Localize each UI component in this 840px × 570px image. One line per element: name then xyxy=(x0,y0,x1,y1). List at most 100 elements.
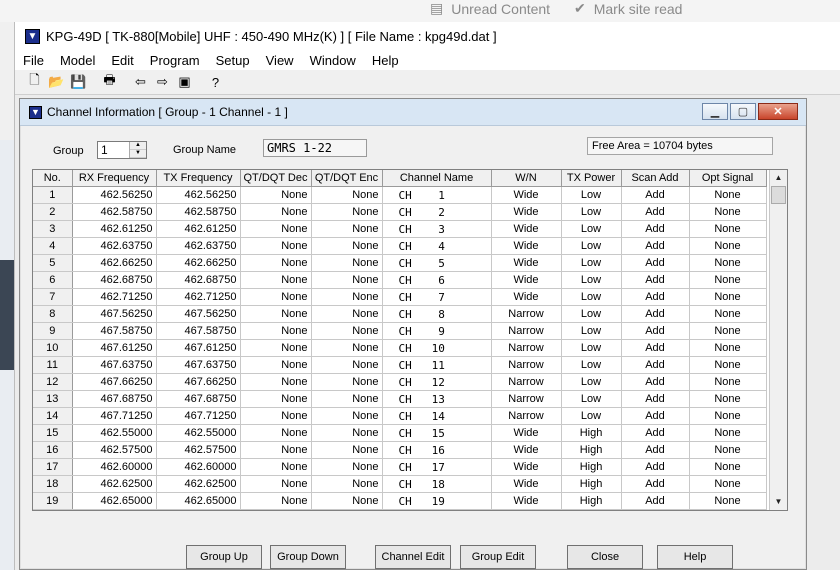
table-cell[interactable]: None xyxy=(689,271,767,289)
menu-setup[interactable]: Setup xyxy=(208,53,258,68)
table-cell[interactable]: Wide xyxy=(491,237,562,255)
table-row[interactable]: 11 467.63750 467.63750 None None CH 11 Narrow L… xyxy=(33,356,767,374)
channel-edit-button[interactable]: Channel Edit xyxy=(375,545,451,569)
table-cell[interactable]: None xyxy=(311,458,383,476)
table-cell[interactable]: 467.68750 xyxy=(72,390,157,408)
table-cell[interactable]: None xyxy=(689,203,767,221)
table-cell[interactable]: High xyxy=(561,492,622,510)
table-cell[interactable]: None xyxy=(311,492,383,510)
table-cell[interactable]: None xyxy=(311,373,383,391)
table-cell[interactable]: CH 12 xyxy=(382,373,492,391)
row-number[interactable]: 18 xyxy=(33,475,73,493)
table-cell[interactable]: Low xyxy=(561,322,622,340)
menu-view[interactable]: View xyxy=(258,53,302,68)
table-cell[interactable]: None xyxy=(311,424,383,442)
group-name-field[interactable]: GMRS 1-22 xyxy=(263,139,367,157)
read-radio-icon[interactable]: ⇦ xyxy=(131,73,150,92)
table-cell[interactable]: 467.71250 xyxy=(156,407,241,425)
table-row[interactable]: 3 462.61250 462.61250 None None CH 3 Wide Low Ad… xyxy=(33,220,767,238)
table-cell[interactable]: Narrow xyxy=(491,305,562,323)
table-cell[interactable]: 462.56250 xyxy=(72,186,157,204)
table-cell[interactable]: Low xyxy=(561,373,622,391)
table-row[interactable]: 9 467.58750 467.58750 None None CH 9 Narrow Low… xyxy=(33,322,767,340)
table-cell[interactable]: Add xyxy=(621,186,690,204)
table-cell[interactable]: 467.68750 xyxy=(156,390,241,408)
table-cell[interactable]: None xyxy=(240,407,312,425)
table-cell[interactable]: High xyxy=(561,424,622,442)
table-cell[interactable]: Narrow xyxy=(491,356,562,374)
table-cell[interactable]: Add xyxy=(621,441,690,459)
table-row[interactable]: 1 462.56250 462.56250 None None CH 1 Wide Low Ad… xyxy=(33,186,767,204)
table-cell[interactable]: Low xyxy=(561,356,622,374)
table-row[interactable]: 17 462.60000 462.60000 None None CH 17 Wide Hig… xyxy=(33,458,767,476)
row-number[interactable]: 3 xyxy=(33,220,73,238)
table-cell[interactable]: CH 2 xyxy=(382,203,492,221)
table-cell[interactable]: 467.61250 xyxy=(72,339,157,357)
row-number[interactable]: 12 xyxy=(33,373,73,391)
menu-edit[interactable]: Edit xyxy=(103,53,141,68)
table-cell[interactable]: None xyxy=(240,305,312,323)
menu-program[interactable]: Program xyxy=(142,53,208,68)
table-cell[interactable]: Narrow xyxy=(491,339,562,357)
menu-file[interactable]: File xyxy=(15,53,52,68)
table-cell[interactable]: Add xyxy=(621,492,690,510)
table-cell[interactable]: 462.66250 xyxy=(72,254,157,272)
close-button[interactable]: Close xyxy=(567,545,643,569)
table-row[interactable]: 18 462.62500 462.62500 None None CH 18 Wide Hig… xyxy=(33,475,767,493)
table-cell[interactable]: 462.61250 xyxy=(156,220,241,238)
row-number[interactable]: 2 xyxy=(33,203,73,221)
help-button[interactable]: Help xyxy=(657,545,733,569)
table-cell[interactable]: 462.62500 xyxy=(72,475,157,493)
row-number[interactable]: 6 xyxy=(33,271,73,289)
table-cell[interactable]: None xyxy=(240,492,312,510)
table-cell[interactable]: Low xyxy=(561,288,622,306)
row-number[interactable]: 10 xyxy=(33,339,73,357)
table-cell[interactable]: Add xyxy=(621,254,690,272)
table-cell[interactable]: None xyxy=(240,390,312,408)
unread-content-link[interactable]: ▤ Unread Content xyxy=(430,0,550,17)
table-row[interactable]: 4 462.63750 462.63750 None None CH 4 Wide Low Ad… xyxy=(33,237,767,255)
menu-help[interactable]: Help xyxy=(364,53,407,68)
table-cell[interactable]: None xyxy=(240,475,312,493)
row-number[interactable]: 17 xyxy=(33,458,73,476)
table-cell[interactable]: 462.68750 xyxy=(72,271,157,289)
table-cell[interactable]: None xyxy=(311,339,383,357)
table-cell[interactable]: None xyxy=(311,390,383,408)
table-cell[interactable]: Add xyxy=(621,475,690,493)
table-cell[interactable]: 462.58750 xyxy=(72,203,157,221)
table-cell[interactable]: None xyxy=(311,305,383,323)
spin-down-icon[interactable]: ▼ xyxy=(130,150,146,158)
table-cell[interactable]: None xyxy=(689,424,767,442)
table-cell[interactable]: Wide xyxy=(491,458,562,476)
table-cell[interactable]: 462.57500 xyxy=(72,441,157,459)
table-cell[interactable]: 467.61250 xyxy=(156,339,241,357)
table-cell[interactable]: Low xyxy=(561,407,622,425)
table-cell[interactable]: None xyxy=(689,441,767,459)
minimize-button[interactable]: ▁ xyxy=(702,103,728,120)
table-cell[interactable]: Low xyxy=(561,254,622,272)
table-cell[interactable]: 467.71250 xyxy=(72,407,157,425)
table-cell[interactable]: Wide xyxy=(491,271,562,289)
row-number[interactable]: 1 xyxy=(33,186,73,204)
table-cell[interactable]: 462.71250 xyxy=(156,288,241,306)
table-cell[interactable]: Wide xyxy=(491,475,562,493)
table-cell[interactable]: None xyxy=(689,373,767,391)
table-cell[interactable]: None xyxy=(689,339,767,357)
table-cell[interactable]: None xyxy=(311,475,383,493)
table-cell[interactable]: Wide xyxy=(491,186,562,204)
table-cell[interactable]: CH 10 xyxy=(382,339,492,357)
table-cell[interactable]: Low xyxy=(561,339,622,357)
table-cell[interactable]: Narrow xyxy=(491,390,562,408)
table-cell[interactable]: High xyxy=(561,475,622,493)
group-up-button[interactable]: Group Up xyxy=(186,545,262,569)
table-cell[interactable]: None xyxy=(240,373,312,391)
table-row[interactable]: 12 467.66250 467.66250 None None CH 12 Narrow L… xyxy=(33,373,767,391)
table-cell[interactable]: None xyxy=(240,441,312,459)
table-cell[interactable]: 462.58750 xyxy=(156,203,241,221)
table-cell[interactable]: 467.56250 xyxy=(156,305,241,323)
table-cell[interactable]: Wide xyxy=(491,424,562,442)
row-number[interactable]: 14 xyxy=(33,407,73,425)
table-cell[interactable]: None xyxy=(311,288,383,306)
table-cell[interactable]: None xyxy=(240,424,312,442)
table-cell[interactable]: None xyxy=(311,441,383,459)
